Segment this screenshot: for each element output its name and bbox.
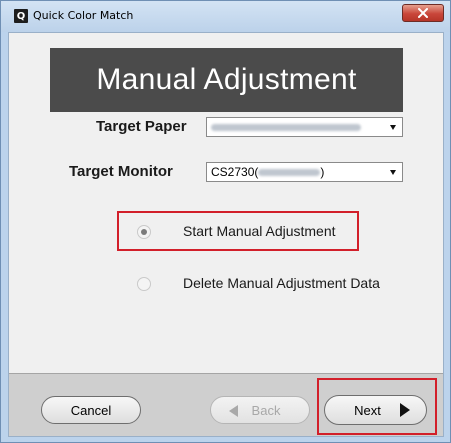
title-bar[interactable]: Q Quick Color Match — [1, 1, 450, 32]
dialog-content: Manual Adjustment Target Paper Target Mo… — [8, 32, 444, 437]
target-paper-label: Target Paper — [96, 118, 187, 135]
arrow-left-icon — [229, 405, 238, 417]
next-button-label: Next — [354, 402, 381, 418]
target-monitor-select[interactable]: CS2730() — [206, 162, 403, 182]
redacted-text — [258, 169, 321, 177]
cancel-button-label: Cancel — [70, 402, 112, 418]
start-manual-adjustment-radio[interactable] — [137, 225, 151, 239]
window-title: Quick Color Match — [33, 9, 134, 22]
next-button[interactable]: Next — [324, 395, 427, 425]
target-monitor-label: Target Monitor — [69, 163, 173, 180]
chevron-down-icon — [390, 125, 396, 130]
app-window: Q Quick Color Match Manual Adjustment Ta… — [0, 0, 451, 443]
back-button-label: Back — [251, 402, 281, 418]
back-button[interactable]: Back — [210, 396, 310, 424]
cancel-button[interactable]: Cancel — [41, 396, 141, 424]
delete-manual-adjustment-data-label[interactable]: Delete Manual Adjustment Data — [183, 275, 380, 291]
target-paper-value — [211, 120, 361, 134]
page-title: Manual Adjustment — [96, 63, 357, 96]
monitor-model-suffix: ) — [320, 165, 325, 179]
footer-bar: Cancel Back Next — [9, 373, 443, 436]
delete-manual-adjustment-data-radio[interactable] — [137, 277, 151, 291]
target-paper-select[interactable] — [206, 117, 403, 137]
header-banner: Manual Adjustment — [50, 48, 403, 112]
close-icon — [418, 8, 428, 18]
chevron-down-icon — [390, 170, 396, 175]
app-logo-icon: Q — [14, 9, 28, 23]
redacted-text — [211, 124, 361, 132]
monitor-model-text: CS2730( — [211, 165, 259, 179]
start-manual-adjustment-label[interactable]: Start Manual Adjustment — [183, 223, 336, 239]
arrow-right-icon — [400, 403, 410, 417]
close-button[interactable] — [402, 4, 444, 22]
target-monitor-value: CS2730() — [211, 165, 324, 179]
